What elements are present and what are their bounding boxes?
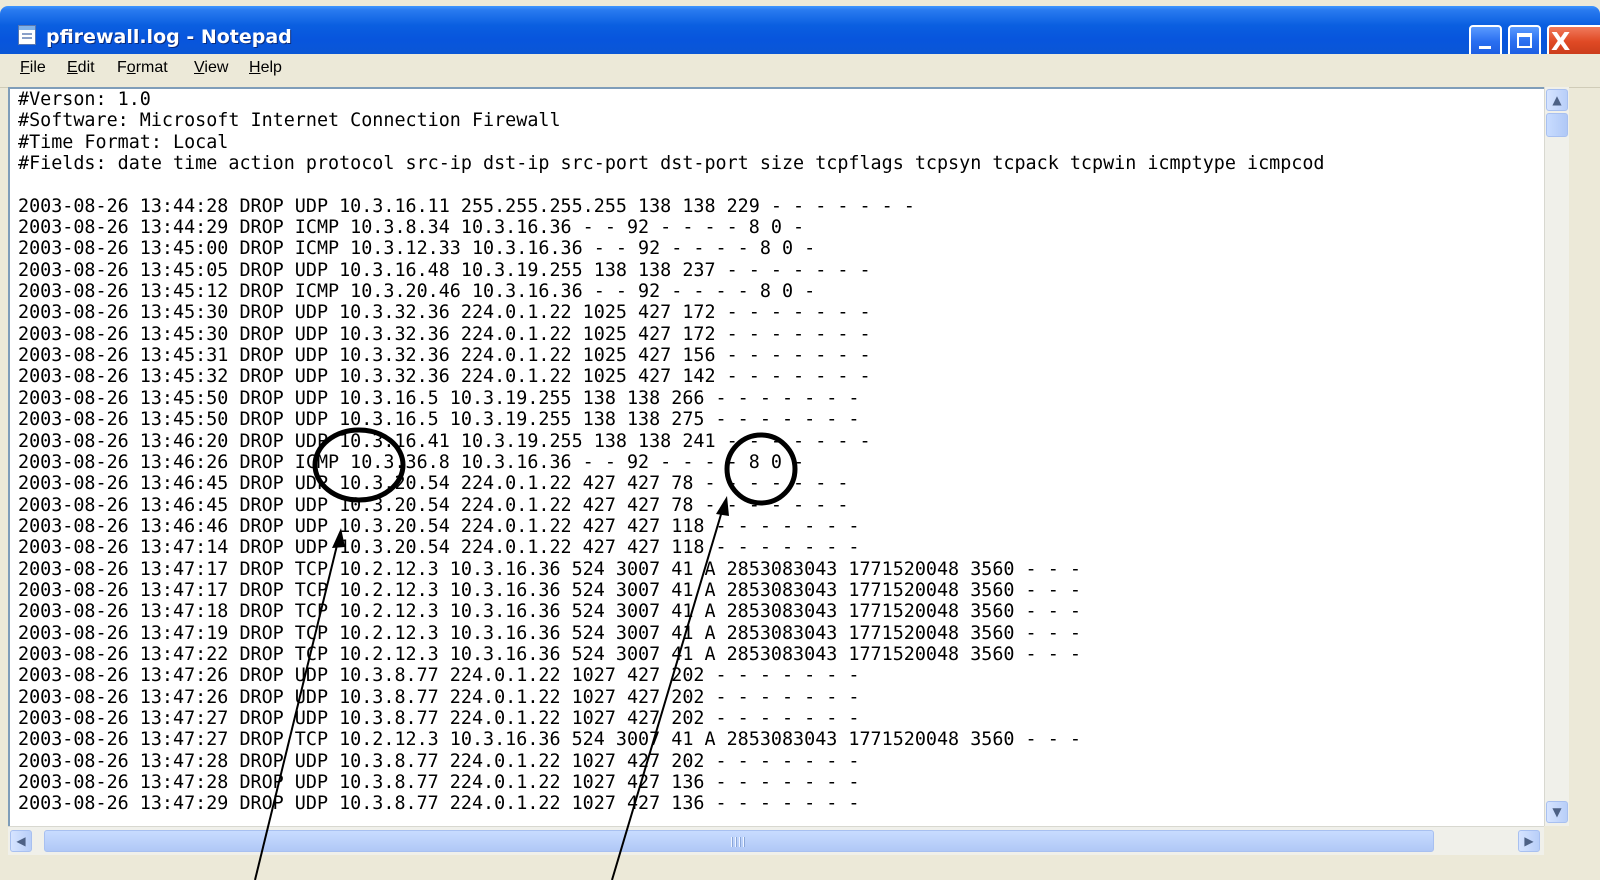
- log-line: 2003-08-26 13:47:18 DROP TCP 10.2.12.3 1…: [18, 601, 1081, 623]
- log-line: 2003-08-26 13:45:30 DROP UDP 10.3.32.36 …: [18, 323, 871, 345]
- chevron-up-icon: ▲: [1552, 93, 1562, 107]
- horizontal-scroll-thumb[interactable]: [44, 830, 1434, 852]
- grip-icon: [731, 837, 747, 847]
- log-line: 2003-08-26 13:46:26 DROP ICMP 10.3.36.8 …: [18, 451, 805, 473]
- minimize-icon: [1479, 46, 1491, 49]
- maximize-icon: [1517, 33, 1532, 48]
- log-line: 2003-08-26 13:47:28 DROP UDP 10.3.8.77 2…: [18, 772, 860, 793]
- vertical-scroll-thumb[interactable]: [1546, 113, 1568, 137]
- scroll-left-button[interactable]: ◀: [10, 830, 32, 852]
- log-line: 2003-08-26 13:47:27 DROP TCP 10.2.12.3 1…: [18, 729, 1081, 751]
- notepad-icon[interactable]: [18, 25, 36, 45]
- menu-edit[interactable]: Edit: [67, 59, 95, 77]
- notepad-window: pfirewall.log - Notepad X File Edit Form…: [0, 0, 1600, 880]
- log-line: #Time Format: Local: [18, 131, 229, 153]
- chevron-down-icon: ▼: [1552, 805, 1562, 819]
- horizontal-scrollbar[interactable]: ◀ ▶: [8, 826, 1544, 855]
- log-line: 2003-08-26 13:47:26 DROP UDP 10.3.8.77 2…: [18, 686, 860, 708]
- chevron-right-icon: ▶: [1524, 834, 1534, 848]
- close-icon: X: [1551, 27, 1571, 56]
- log-line: #Software: Microsoft Internet Connection…: [18, 110, 561, 132]
- window-title: pfirewall.log - Notepad: [46, 26, 292, 48]
- log-line: 2003-08-26 13:46:45 DROP UDP 10.3.20.54 …: [18, 473, 849, 495]
- log-line: 2003-08-26 13:46:20 DROP UDP 10.3.16.41 …: [18, 430, 871, 452]
- log-line: 2003-08-26 13:46:46 DROP UDP 10.3.20.54 …: [18, 515, 860, 537]
- menu-help[interactable]: Help: [249, 59, 282, 77]
- log-line: 2003-08-26 13:46:45 DROP UDP 10.3.20.54 …: [18, 494, 849, 516]
- menu-format[interactable]: Format: [117, 59, 168, 77]
- size-grip[interactable]: [1544, 826, 1568, 854]
- log-line: #Fields: date time action protocol src-i…: [18, 153, 1325, 175]
- log-line: 2003-08-26 13:45:50 DROP UDP 10.3.16.5 1…: [18, 387, 860, 409]
- menu-bar: File Edit Format View Help: [0, 54, 1600, 88]
- log-line: 2003-08-26 13:47:27 DROP UDP 10.3.8.77 2…: [18, 707, 860, 729]
- log-line: #Verson: 1.0: [18, 89, 151, 110]
- log-line: 2003-08-26 13:47:14 DROP UDP 10.3.20.54 …: [18, 537, 860, 559]
- chevron-left-icon: ◀: [16, 834, 26, 848]
- log-line: 2003-08-26 13:45:32 DROP UDP 10.3.32.36 …: [18, 366, 871, 388]
- log-line: 2003-08-26 13:47:28 DROP UDP 10.3.8.77 2…: [18, 750, 860, 772]
- title-bar[interactable]: pfirewall.log - Notepad X: [0, 6, 1600, 58]
- log-line: 2003-08-26 13:45:50 DROP UDP 10.3.16.5 1…: [18, 409, 860, 431]
- log-line: 2003-08-26 13:47:17 DROP TCP 10.2.12.3 1…: [18, 558, 1081, 580]
- log-line: 2003-08-26 13:45:00 DROP ICMP 10.3.12.33…: [18, 238, 816, 260]
- log-line: 2003-08-26 13:47:22 DROP TCP 10.2.12.3 1…: [18, 643, 1081, 665]
- scroll-right-button[interactable]: ▶: [1518, 830, 1540, 852]
- log-line: 2003-08-26 13:45:31 DROP UDP 10.3.32.36 …: [18, 345, 871, 367]
- log-line: 2003-08-26 13:45:12 DROP ICMP 10.3.20.46…: [18, 281, 816, 303]
- log-text[interactable]: #Verson: 1.0 #Software: Microsoft Intern…: [18, 89, 1325, 815]
- vertical-scrollbar[interactable]: ▲ ▼: [1544, 87, 1569, 826]
- log-line: 2003-08-26 13:44:28 DROP UDP 10.3.16.11 …: [18, 195, 915, 217]
- log-line: 2003-08-26 13:47:19 DROP TCP 10.2.12.3 1…: [18, 622, 1081, 644]
- menu-view[interactable]: View: [194, 59, 228, 77]
- log-line: 2003-08-26 13:45:05 DROP UDP 10.3.16.48 …: [18, 259, 871, 281]
- log-line: 2003-08-26 13:44:29 DROP ICMP 10.3.8.34 …: [18, 217, 805, 239]
- log-line: 2003-08-26 13:47:26 DROP UDP 10.3.8.77 2…: [18, 665, 860, 687]
- text-editor[interactable]: #Verson: 1.0 #Software: Microsoft Intern…: [8, 87, 1544, 826]
- scroll-up-button[interactable]: ▲: [1546, 89, 1568, 111]
- log-line: 2003-08-26 13:47:17 DROP TCP 10.2.12.3 1…: [18, 579, 1081, 601]
- menu-file[interactable]: File: [20, 59, 46, 77]
- log-line: 2003-08-26 13:45:30 DROP UDP 10.3.32.36 …: [18, 302, 871, 324]
- log-line: 2003-08-26 13:47:29 DROP UDP 10.3.8.77 2…: [18, 793, 860, 815]
- scroll-down-button[interactable]: ▼: [1546, 801, 1568, 823]
